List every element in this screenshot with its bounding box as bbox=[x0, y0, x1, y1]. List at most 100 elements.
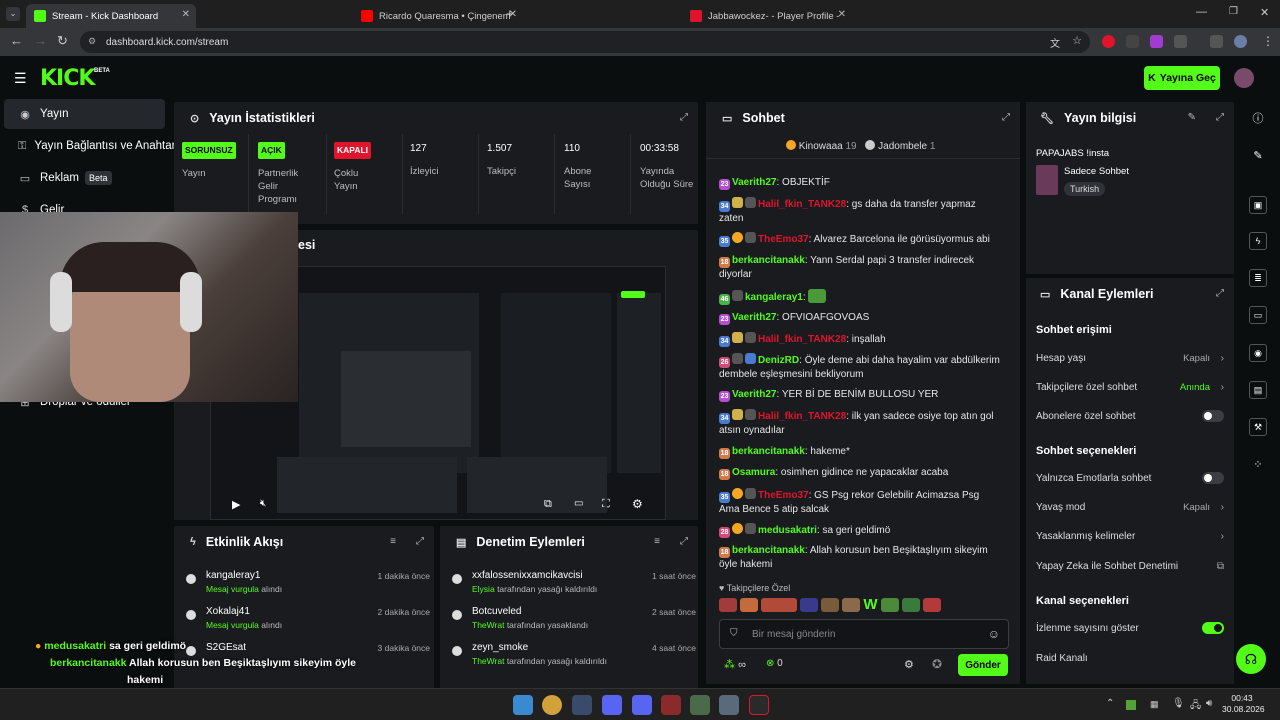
emote-icon[interactable] bbox=[880, 598, 899, 612]
settings-app-icon[interactable] bbox=[719, 695, 739, 715]
chat-username[interactable]: Vaerith27 bbox=[732, 389, 776, 400]
account-age-row[interactable]: Hesap yaşı Kapalı › bbox=[1036, 348, 1224, 368]
system-clock[interactable]: 00:43 30.08.2026 bbox=[1222, 693, 1265, 715]
expand-icon[interactable]: ⤢ bbox=[416, 536, 424, 547]
sidebar-item-ads[interactable]: ▭ Reklam Beta bbox=[4, 163, 165, 193]
extension-icon[interactable] bbox=[1126, 35, 1139, 48]
translate-icon[interactable]: 文 bbox=[1050, 35, 1060, 50]
tray-app-icon[interactable]: ▦ bbox=[1150, 699, 1159, 710]
lightning-rail-icon[interactable]: ϟ bbox=[1240, 228, 1276, 254]
filter-icon[interactable]: ≡ bbox=[654, 536, 660, 547]
discord-icon[interactable] bbox=[602, 695, 622, 715]
forward-icon[interactable]: → bbox=[34, 33, 47, 48]
chat-username[interactable]: DenizRD bbox=[758, 355, 799, 366]
kicks-count[interactable]: ⊗ 0 bbox=[766, 658, 783, 669]
volume-icon[interactable]: 🔊︎ bbox=[1206, 698, 1212, 709]
emote-icon[interactable] bbox=[800, 598, 819, 612]
site-info-icon[interactable]: ⚙ bbox=[88, 36, 96, 47]
stream-rail-icon[interactable]: ◉ bbox=[1240, 340, 1276, 366]
reload-icon[interactable]: ↻ bbox=[57, 33, 68, 49]
new-tab-icon[interactable]: + bbox=[506, 6, 514, 21]
close-tab-icon[interactable]: ✕ bbox=[182, 9, 190, 20]
moderation-user[interactable]: Botcuveled bbox=[472, 606, 521, 617]
moderator-name[interactable]: TheWrat bbox=[472, 656, 504, 666]
followers-chat-row[interactable]: Takipçilere özel sohbet Anında › bbox=[1036, 377, 1224, 397]
wrench-rail-icon[interactable]: ⚒ bbox=[1240, 414, 1276, 440]
emote-only-toggle[interactable] bbox=[1202, 472, 1224, 484]
layout-rail-icon[interactable]: ▣ bbox=[1240, 192, 1276, 218]
subs-chat-toggle[interactable] bbox=[1202, 410, 1224, 422]
chat-settings-icon[interactable]: ⚙ bbox=[904, 658, 914, 671]
tab-kick-dashboard[interactable]: Stream - Kick Dashboard ✕ bbox=[26, 4, 196, 28]
show-viewers-toggle[interactable] bbox=[1202, 622, 1224, 634]
tray-chevron-icon[interactable]: ⌃ bbox=[1106, 698, 1114, 709]
raid-channel-row[interactable]: Raid Kanalı bbox=[1036, 648, 1224, 668]
fullscreen-icon[interactable]: ⛶ bbox=[602, 498, 610, 511]
chat-username[interactable]: berkancitanakk bbox=[732, 446, 805, 457]
emote-icon[interactable] bbox=[821, 598, 840, 612]
emote-icon[interactable] bbox=[740, 598, 759, 612]
ai-moderation-row[interactable]: Yapay Zeka ile Sohbet Denetimi ⧉ bbox=[1036, 556, 1224, 576]
profile-avatar-icon[interactable] bbox=[1234, 35, 1247, 48]
support-headset-icon[interactable]: ☊ bbox=[1236, 644, 1266, 674]
emoji-icon[interactable]: ☺ bbox=[988, 627, 1000, 641]
expand-icon[interactable]: ⤢ bbox=[1216, 112, 1224, 123]
chat-username[interactable]: TheEmo37 bbox=[758, 490, 809, 501]
hamburger-menu-icon[interactable]: ☰ bbox=[14, 70, 27, 87]
pip-icon[interactable]: ⧉ bbox=[544, 498, 552, 511]
discord-icon[interactable] bbox=[632, 695, 652, 715]
activity-user[interactable]: Xokalaj41 bbox=[206, 606, 250, 617]
chat-username[interactable]: berkancitanakk bbox=[732, 255, 805, 266]
extension-icon[interactable] bbox=[1102, 35, 1115, 48]
chat-input[interactable]: ⛉ Bir mesaj gönderin ☺ bbox=[719, 619, 1009, 649]
chat-username[interactable]: Vaerith27 bbox=[732, 177, 776, 188]
emote-icon[interactable] bbox=[719, 598, 737, 612]
chat-username[interactable]: Vaerith27 bbox=[732, 312, 776, 323]
mod-tools-icon[interactable]: ✪ bbox=[932, 657, 942, 671]
network-icon[interactable]: 🖧︎ bbox=[1190, 698, 1201, 715]
sidebar-item-stream-key[interactable]: ⚿ Yayın Bağlantısı ve Anahtar bbox=[4, 131, 175, 161]
channel-points[interactable]: ⁂ ∞ bbox=[724, 658, 746, 671]
language-tag[interactable]: Turkish bbox=[1064, 182, 1106, 196]
moderation-user[interactable]: zeyn_smoke bbox=[472, 642, 528, 653]
close-window-icon[interactable]: ✕ bbox=[1260, 6, 1269, 19]
gifter-name[interactable]: Jadombele bbox=[878, 141, 927, 152]
emote-icon[interactable] bbox=[842, 598, 861, 612]
stream-category[interactable]: Sadece Sohbet bbox=[1064, 166, 1129, 177]
app-icon[interactable] bbox=[661, 695, 681, 715]
moderation-user[interactable]: xxfalossenixxamcikavcisi bbox=[472, 570, 583, 581]
chat-username[interactable]: Halil_fkin_TANK28 bbox=[758, 411, 846, 422]
minimize-icon[interactable]: — bbox=[1196, 6, 1207, 18]
user-avatar[interactable] bbox=[1234, 68, 1254, 88]
kick-logo[interactable]: KICK bbox=[40, 66, 95, 91]
edit-icon[interactable]: ✎ bbox=[1188, 112, 1196, 123]
filter-icon[interactable]: ≡ bbox=[390, 536, 396, 547]
extensions-puzzle-icon[interactable] bbox=[1174, 35, 1187, 48]
banned-words-row[interactable]: Yasaklanmış kelimeler › bbox=[1036, 526, 1224, 546]
emote-icon[interactable] bbox=[922, 598, 941, 612]
start-icon[interactable] bbox=[513, 695, 533, 715]
go-live-button[interactable]: K Yayına Geç bbox=[1144, 66, 1220, 90]
maximize-icon[interactable]: ❐ bbox=[1229, 6, 1238, 17]
tab-youtube[interactable]: Ricardo Quaresma • Çingenem ✕ bbox=[353, 4, 523, 28]
expand-icon[interactable]: ⤢ bbox=[680, 536, 688, 547]
expand-icon[interactable]: ⤢ bbox=[680, 112, 688, 123]
theater-icon[interactable]: ▭ bbox=[574, 498, 583, 509]
emote-icon[interactable] bbox=[761, 598, 798, 612]
info-rail-icon[interactable]: ⓘ bbox=[1240, 105, 1276, 131]
close-tab-icon[interactable]: ✕ bbox=[838, 9, 846, 20]
expand-icon[interactable]: ⤢ bbox=[1002, 112, 1010, 123]
media-icon[interactable] bbox=[1210, 35, 1223, 48]
gifter-name[interactable]: Kinowaaa bbox=[799, 141, 843, 152]
edit-rail-icon[interactable]: ✎ bbox=[1240, 142, 1276, 168]
tab-player-profile[interactable]: Jabbawockez- - Player Profile - ✕ bbox=[682, 4, 852, 28]
chrome-icon[interactable] bbox=[542, 695, 562, 715]
activity-user[interactable]: kangaleray1 bbox=[206, 570, 260, 581]
chat-username[interactable]: kangaleray1 bbox=[745, 292, 803, 303]
chat-username[interactable]: TheEmo37 bbox=[758, 234, 809, 245]
settings-gear-icon[interactable]: ⚙ bbox=[632, 497, 643, 511]
expand-icon[interactable]: ⤢ bbox=[1216, 288, 1224, 299]
slow-mode-row[interactable]: Yavaş mod Kapalı › bbox=[1036, 497, 1224, 517]
moderator-name[interactable]: TheWrat bbox=[472, 620, 504, 630]
bookmark-star-icon[interactable]: ☆ bbox=[1072, 34, 1082, 47]
